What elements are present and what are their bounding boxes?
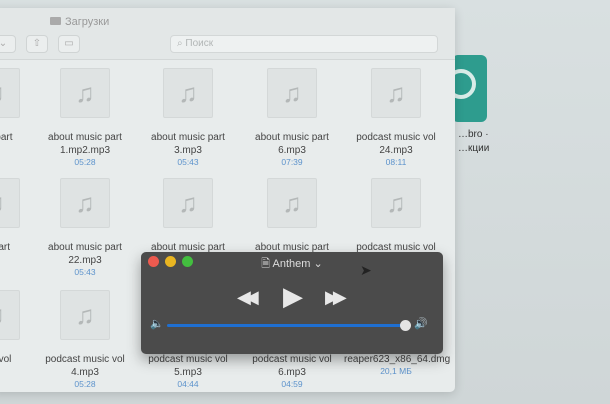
file-item[interactable]: ♫ podcast music vol <box>344 178 448 254</box>
volume-slider-knob[interactable] <box>400 320 411 331</box>
music-note-icon: ♫ <box>267 178 317 228</box>
file-duration: 04:59 <box>281 379 303 389</box>
file-duration: 07:39 <box>281 157 303 167</box>
file-duration: 05:43 <box>74 267 96 277</box>
file-duration: 20,1 МБ <box>380 366 412 376</box>
file-duration: 05:28 <box>74 379 96 389</box>
file-name: about music part 3.mp3 <box>151 132 225 156</box>
chevron-down-icon: ⌄ <box>310 258 323 270</box>
volume-high-icon: 🔊 <box>414 318 428 330</box>
volume-low-icon: 🔈 <box>150 318 164 330</box>
music-note-icon: ♫ <box>163 178 213 228</box>
file-item[interactable]: ♫ about music part 6.mp3 07:39 <box>240 68 344 168</box>
file-item[interactable]: ♫ about music part 1.mp2.mp3 05:28 <box>33 68 137 168</box>
play-button[interactable]: ▶ <box>283 281 303 312</box>
music-note-icon: ♫ <box>267 68 317 118</box>
file-duration: 05:43 <box>177 157 199 167</box>
file-name: about music part 22.mp3 <box>48 242 122 266</box>
music-note-icon: ♫ <box>60 68 110 118</box>
player-title[interactable]: 🗎 Anthem ⌄ <box>141 255 443 274</box>
search-input[interactable]: ⌕ Поиск <box>170 35 438 53</box>
window-title-text: Загрузки <box>65 16 110 28</box>
app-label: …bro · <box>458 129 489 140</box>
music-note-icon: ♫ <box>60 290 110 340</box>
file-item[interactable]: ♫ podcast music vol 4.mp3 05:28 <box>33 290 137 390</box>
search-placeholder: Поиск <box>185 38 214 49</box>
file-duration: 05:28 <box>74 157 96 167</box>
file-item[interactable]: ♫ about music part 3.mp3 05:43 <box>136 68 240 168</box>
quicktime-player: 🗎 Anthem ⌄ ◀◀ ▶ ▶▶ 🔈 🔊 <box>141 252 443 354</box>
file-item[interactable]: ♫ about music part <box>240 178 344 254</box>
file-item[interactable]: ♫ about music part <box>136 178 240 254</box>
file-name: podcast music vol 6.mp3 <box>252 354 332 378</box>
file-name: reaper623_x86_64.dmg <box>344 354 451 365</box>
music-note-icon: ♫ <box>0 178 20 228</box>
music-note-icon: ♫ <box>0 68 20 118</box>
music-note-icon: ♫ <box>60 178 110 228</box>
app-icon[interactable] <box>446 55 487 122</box>
music-note-icon: ♫ <box>371 68 421 118</box>
mouse-cursor: ➤ <box>360 262 372 278</box>
music-note-icon: ♫ <box>163 68 213 118</box>
rewind-button[interactable]: ◀◀ <box>237 287 259 308</box>
file-name: podcast music vol 24.mp3 <box>356 132 436 156</box>
fast-forward-button[interactable]: ▶▶ <box>325 287 347 308</box>
file-duration: 08:11 <box>385 157 407 167</box>
file-duration: 04:44 <box>177 379 199 389</box>
finder-toolbar: Загрузки ⌄ ⇧ ▭ ⌕ Поиск <box>0 8 455 60</box>
tag-icon[interactable]: ▭ <box>58 35 80 53</box>
music-note-icon: ♫ <box>0 290 20 340</box>
music-note-icon: ♫ <box>371 178 421 228</box>
file-item[interactable]: ♫ podcast music vol 24.mp3 08:11 <box>344 68 448 168</box>
document-icon: 🗎 <box>261 258 273 270</box>
player-title-text: Anthem <box>272 258 311 270</box>
file-name: about music part 6.mp3 <box>255 132 329 156</box>
app-label: …кции <box>458 143 490 154</box>
share-icon[interactable]: ⇧ <box>26 35 48 53</box>
view-options-button[interactable]: ⌄ <box>0 35 16 53</box>
file-item[interactable]: ♫ about music part 22.mp3 05:43 <box>33 178 137 278</box>
file-name: podcast music vol 5.mp3 <box>148 354 228 378</box>
file-name: about music part 1.mp2.mp3 <box>48 132 122 156</box>
folder-icon <box>50 17 61 25</box>
file-name: podcast music vol 4.mp3 <box>45 354 125 378</box>
window-title: Загрузки <box>50 16 109 28</box>
volume-slider[interactable] <box>167 324 405 327</box>
